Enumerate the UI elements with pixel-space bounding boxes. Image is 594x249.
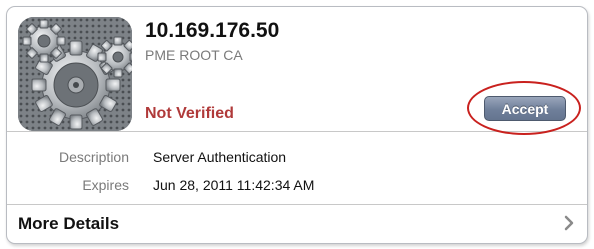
certificate-issuer: PME ROOT CA — [145, 47, 243, 63]
certificate-card: 10.169.176.50 PME ROOT CA Not Verified A… — [6, 6, 588, 244]
detail-value: Server Authentication — [153, 149, 287, 165]
certificate-header: 10.169.176.50 PME ROOT CA Not Verified A… — [7, 7, 587, 135]
verification-status: Not Verified — [145, 105, 234, 122]
more-details-label: More Details — [18, 214, 120, 233]
detail-label: Description — [58, 149, 129, 165]
detail-value: Jun 28, 2011 11:42:34 AM — [153, 177, 315, 193]
detail-label: Expires — [82, 177, 129, 193]
accept-button[interactable]: Accept — [484, 96, 566, 121]
certificate-host-title: 10.169.176.50 — [145, 19, 280, 42]
settings-gears-icon — [18, 17, 132, 131]
more-details-row[interactable]: More Details — [7, 205, 587, 243]
chevron-right-icon — [564, 215, 574, 231]
certificate-details: Description Server Authentication Expire… — [7, 132, 587, 205]
detail-row-description: Description Server Authentication — [7, 149, 587, 173]
detail-row-expires: Expires Jun 28, 2011 11:42:34 AM — [7, 177, 587, 201]
